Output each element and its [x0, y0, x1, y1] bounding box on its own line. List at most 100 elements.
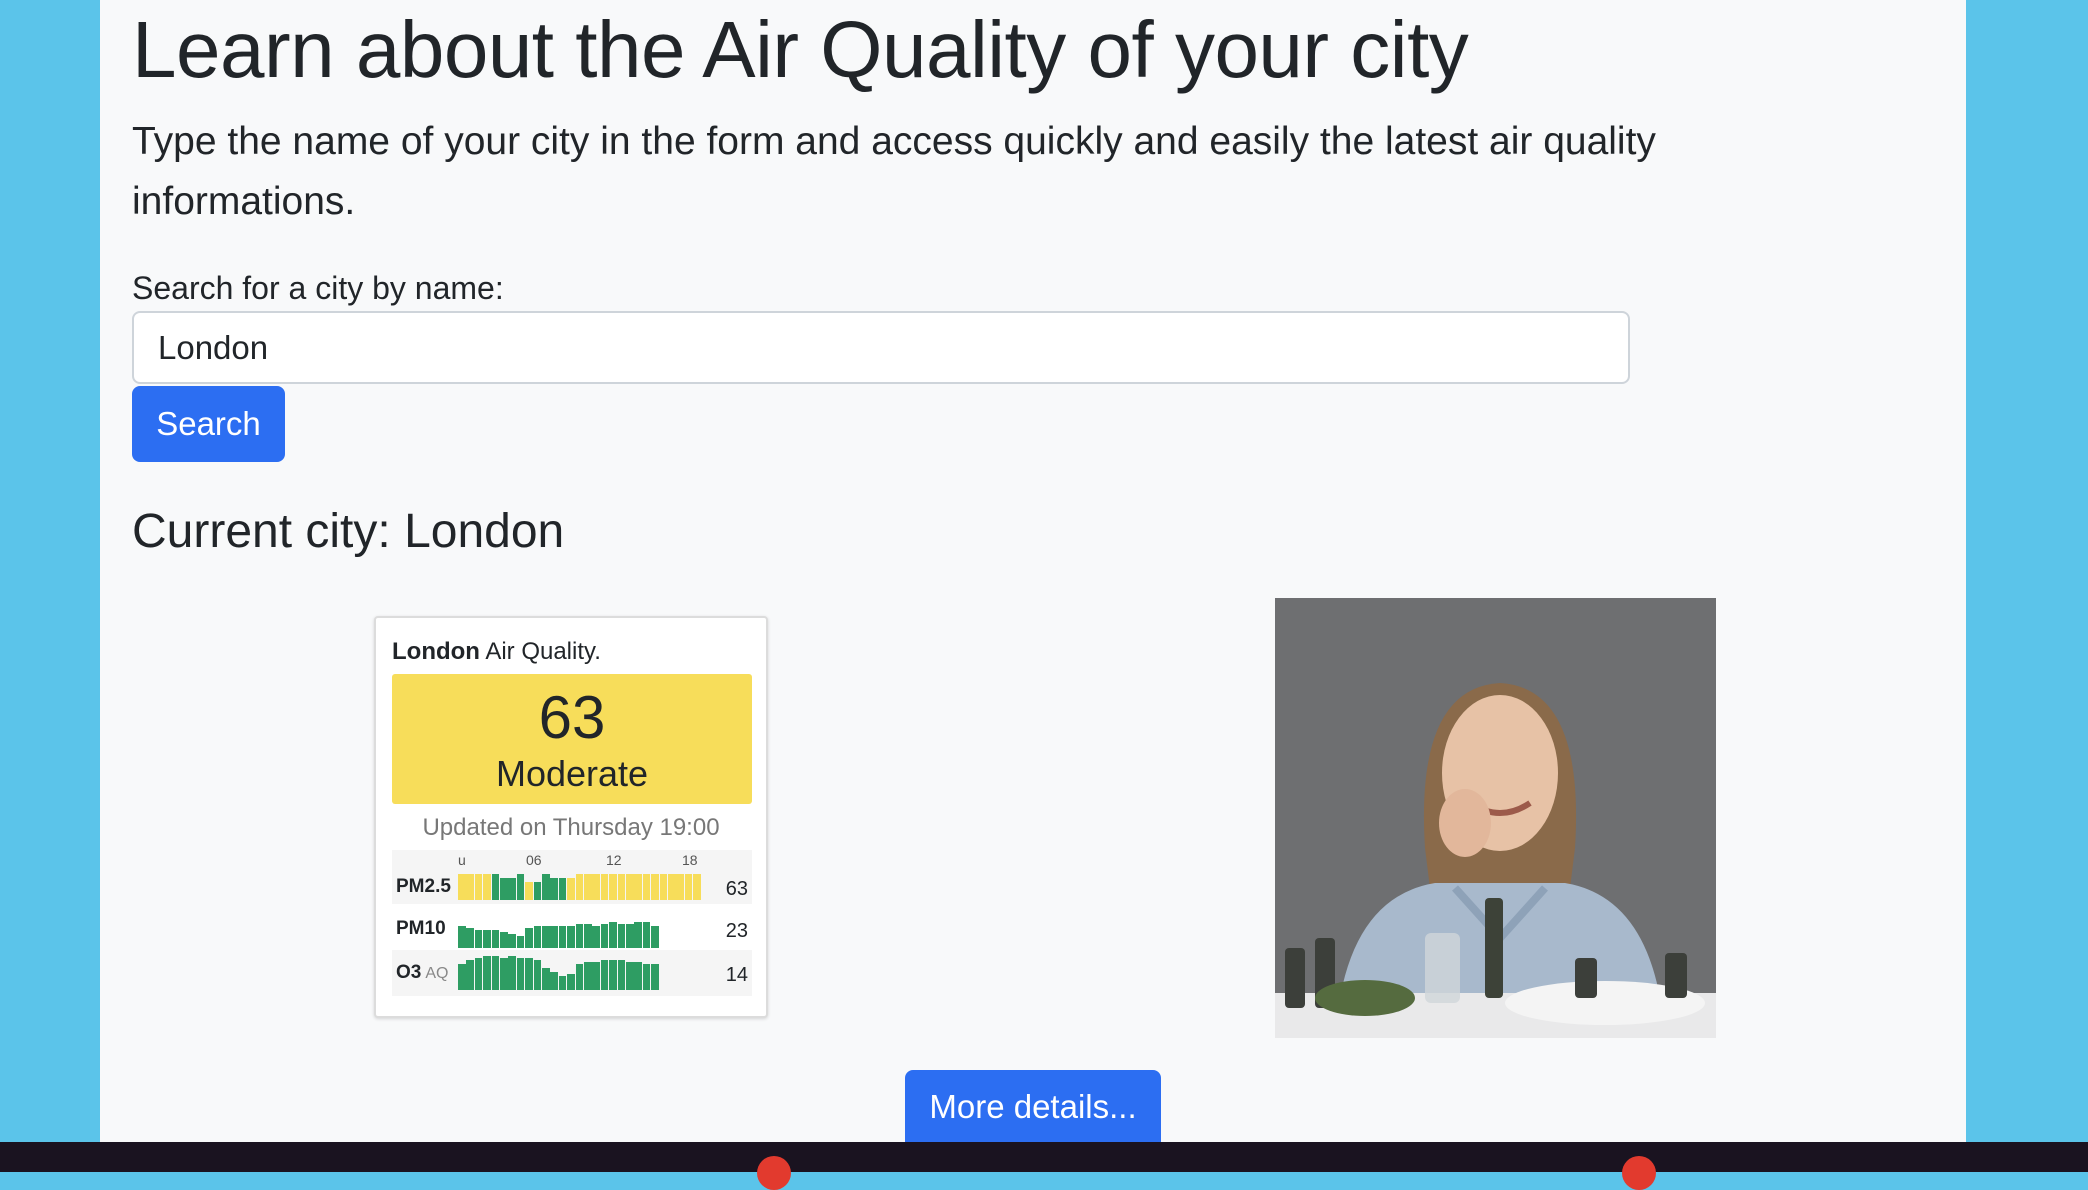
spark-bar [584, 962, 592, 990]
current-city-heading: Current city: London [132, 505, 565, 558]
aqi-box: 63 Moderate [392, 674, 752, 804]
pollutant-name-text: O3 [396, 962, 422, 983]
spark-bar [466, 960, 474, 990]
aqi-value: 63 [538, 684, 606, 751]
spark-bar [575, 874, 584, 900]
taskbar-app-icon[interactable] [757, 1156, 791, 1190]
spark-bar [474, 930, 483, 948]
pollutant-row-pm10: PM10 23 [392, 904, 752, 950]
spark-bar [642, 964, 651, 990]
spark-bar [592, 874, 600, 900]
spark-bar [516, 874, 525, 900]
spark-bar [634, 922, 642, 948]
spark-bar [659, 874, 668, 900]
pm25-bars [458, 860, 702, 900]
spark-bar [592, 926, 600, 948]
spark-bar [516, 936, 525, 948]
main-container: Learn about the Air Quality of your city… [100, 0, 1966, 1144]
pollutant-value: 14 [725, 964, 748, 986]
pollutant-value: 23 [725, 920, 748, 942]
page-lead: Type the name of your city in the form a… [132, 120, 1656, 223]
spark-bar [609, 922, 617, 948]
spark-bar [575, 924, 584, 948]
spark-bar [491, 956, 500, 990]
spark-bar [466, 928, 474, 948]
spark-bar [483, 874, 491, 900]
spark-bar [626, 924, 634, 948]
spark-bar [592, 962, 600, 990]
spark-bar [584, 874, 592, 900]
spark-bar [483, 956, 491, 990]
spark-bar [676, 874, 684, 900]
spark-bar [542, 968, 550, 990]
spark-bar [642, 874, 651, 900]
spark-bar [550, 926, 558, 948]
spark-bar [609, 874, 617, 900]
pollutant-name: O3 AQ [396, 962, 456, 984]
pollutant-sub: AQ [425, 965, 449, 982]
o3-bars [458, 950, 690, 990]
aqi-level: Moderate [495, 753, 649, 794]
spark-bar [626, 962, 634, 990]
pollutant-row-o3: O3 AQ 14 [392, 950, 752, 996]
widget-city: London [392, 638, 480, 665]
spark-bar [542, 926, 550, 948]
spark-bar [525, 958, 533, 990]
pollutant-row-pm25: PM2.5 63 [392, 858, 752, 904]
spark-bar [533, 882, 542, 900]
taskbar-app-icon[interactable] [1622, 1156, 1656, 1190]
spark-bar [617, 874, 626, 900]
spark-bar [567, 878, 575, 900]
city-search-input[interactable] [132, 311, 1630, 384]
spark-bar [533, 960, 542, 990]
spark-bar [542, 874, 550, 900]
search-button[interactable]: Search [132, 386, 285, 462]
widget-title: London Air Quality. [392, 638, 601, 666]
spark-bar [458, 926, 466, 948]
spark-bar [491, 874, 500, 900]
widget-title-suffix: Air Quality. [485, 638, 601, 665]
more-details-button[interactable]: More details... [905, 1070, 1161, 1144]
spark-bar [668, 874, 676, 900]
pollutant-name: PM2.5 [396, 876, 451, 897]
spark-bar [500, 958, 508, 990]
spark-bar [491, 930, 500, 948]
spark-bar [567, 974, 575, 990]
person-photo [1275, 598, 1716, 1038]
spark-bar [533, 926, 542, 948]
person-photo-icon [1275, 598, 1716, 1038]
spark-bar [617, 960, 626, 990]
spark-bar [634, 962, 642, 990]
spark-bar [584, 924, 592, 948]
spark-bar [525, 928, 533, 948]
spark-bar [508, 878, 516, 900]
spark-bar [483, 930, 491, 948]
spark-bar [558, 976, 567, 990]
spark-bar [651, 964, 659, 990]
search-label: Search for a city by name: [132, 270, 504, 306]
spark-bar [626, 874, 634, 900]
spark-bar [550, 972, 558, 990]
spark-bar [651, 874, 659, 900]
spark-bar [558, 926, 567, 948]
spark-bar [458, 874, 466, 900]
pollutant-table: u 06 12 18 PM2.5 63 PM10 23 O3 AQ 14 [392, 850, 752, 996]
spark-bar [466, 874, 474, 900]
spark-bar [474, 958, 483, 990]
spark-bar [600, 924, 609, 948]
spark-bar [516, 958, 525, 990]
spark-bar [651, 926, 659, 948]
updated-time: Updated on Thursday 19:00 [422, 814, 720, 841]
page-title: Learn about the Air Quality of your city [132, 5, 1469, 94]
spark-bar [575, 964, 584, 990]
spark-bar [458, 964, 466, 990]
spark-bar [567, 926, 575, 948]
spark-bar [634, 874, 642, 900]
spark-bar [617, 924, 626, 948]
spark-bar [500, 932, 508, 948]
pm10-bars [458, 908, 702, 948]
pollutant-value: 63 [725, 878, 748, 900]
spark-bar [508, 956, 516, 990]
spark-bar [600, 874, 609, 900]
air-quality-widget[interactable]: London Air Quality. 63 Moderate Updated … [374, 616, 768, 1018]
